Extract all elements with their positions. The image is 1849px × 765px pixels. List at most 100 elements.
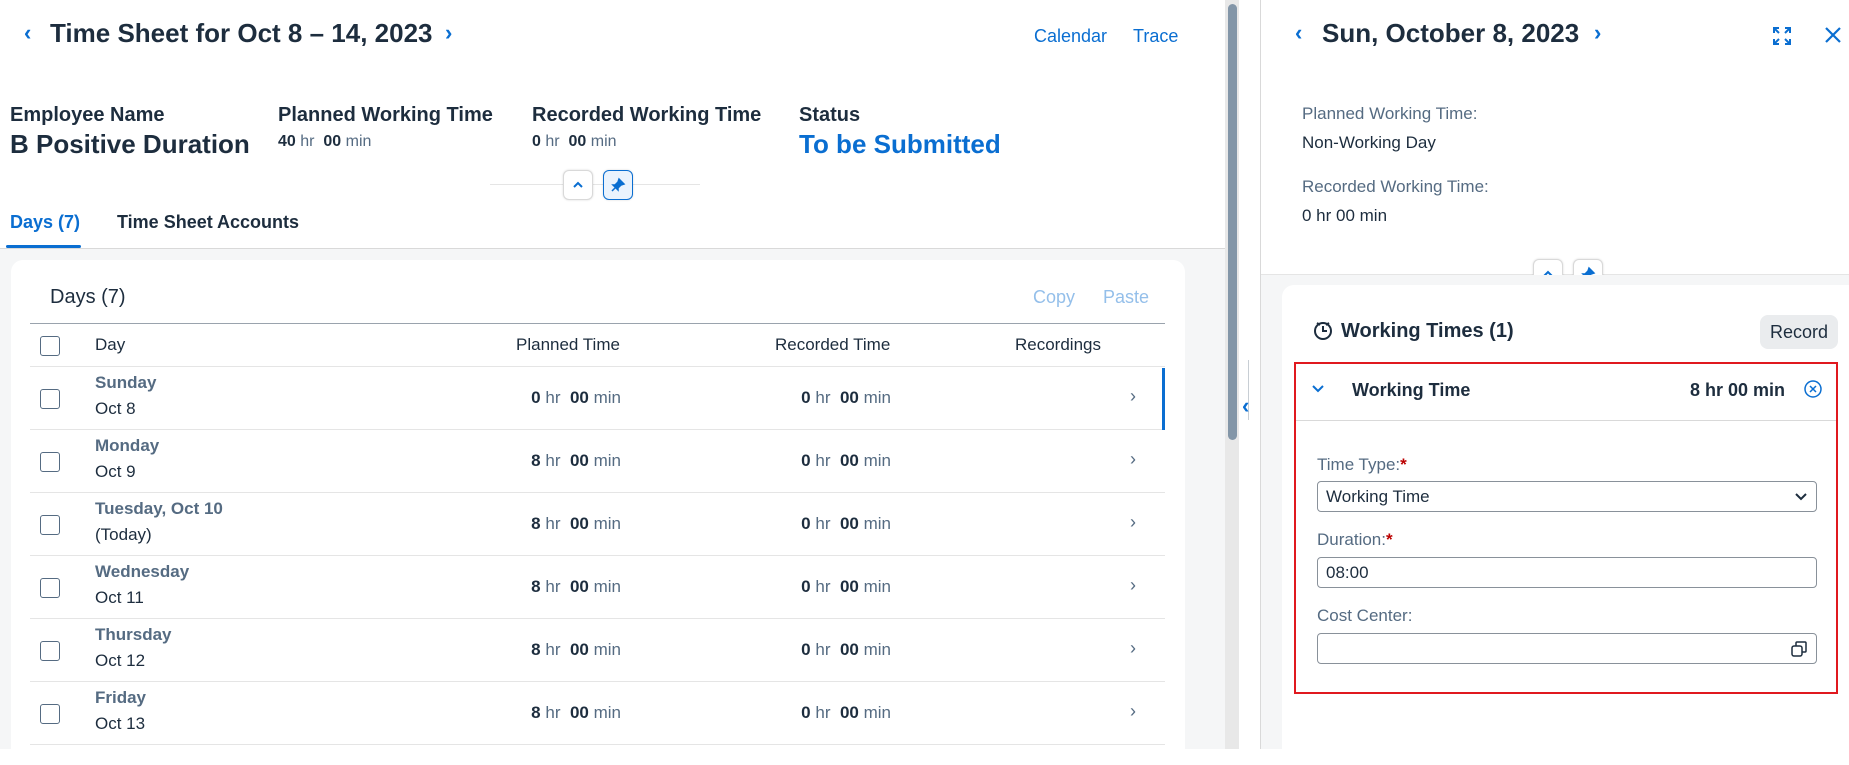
row-navigation-icon[interactable]: › [1130,386,1136,407]
recorded-working-time-value: 0 hr 00 min [1302,206,1388,225]
day-name: Tuesday, Oct 10 [95,499,223,518]
time-type-label: Time Type:* [1317,455,1407,474]
header-divider [490,184,700,185]
select-all-checkbox[interactable] [40,336,60,356]
collapse-header-button[interactable] [563,170,593,200]
selected-row-indicator [1162,368,1165,430]
planned-time-cell: 8 hr 00 min [531,640,621,659]
recorded-time-cell: 0 hr 00 min [801,577,891,596]
delete-entry-icon[interactable] [1803,379,1823,404]
planned-time-summary: Planned Working Time 40 hr 00 min [278,104,493,151]
splitter-bar[interactable] [1239,0,1261,749]
row-divider [30,744,1165,745]
day-name: Thursday [95,625,172,644]
tab-time-sheet-accounts[interactable]: Time Sheet Accounts [117,212,299,233]
status-label: Status [799,104,861,126]
row-checkbox[interactable] [40,389,60,409]
column-header-day: Day [95,335,126,354]
recorded-time-summary: Recorded Working Time 0 hr 00 min [532,104,761,151]
row-checkbox[interactable] [40,641,60,661]
tab-days[interactable]: Days (7) [10,212,80,233]
day-date: Oct 12 [95,651,146,670]
scrollbar-thumb[interactable] [1228,4,1237,440]
tab-accounts-label: Time Sheet Accounts [117,212,300,232]
next-week-icon[interactable]: › [445,22,452,44]
planned-time-value: 40 hr 00 min [278,133,372,150]
day-name: Friday [95,688,147,707]
recorded-time-cell: 0 hr 00 min [801,640,891,659]
recorded-time-cell: 0 hr 00 min [801,703,891,722]
day-date: Oct 11 [95,588,144,607]
previous-week-icon[interactable]: ‹ [24,22,31,44]
copy-button[interactable]: Copy [1033,287,1075,308]
calendar-link[interactable]: Calendar [1034,26,1107,47]
row-checkbox[interactable] [40,578,60,598]
next-day-icon[interactable]: › [1594,22,1601,44]
page-title: Time Sheet for Oct 8 – 14, 2023 [50,18,433,48]
planned-time-cell: 8 hr 00 min [531,451,621,470]
fullscreen-icon[interactable] [1772,26,1792,51]
planned-time-cell: 8 hr 00 min [531,703,621,722]
column-header-recordings: Recordings [1015,335,1101,354]
row-navigation-icon[interactable]: › [1130,512,1136,533]
day-date: (Today) [95,525,152,544]
duration-label: Duration:* [1317,530,1393,549]
status-summary: Status To be Submitted [799,104,1001,160]
row-checkbox[interactable] [40,452,60,472]
entry-title: Working Time [1352,380,1471,400]
planned-time-cell: 0 hr 00 min [531,388,621,407]
working-times-icon [1312,320,1334,347]
day-name: Sunday [95,373,157,392]
row-checkbox[interactable] [40,704,60,724]
detail-title: Sun, October 8, 2023 [1322,18,1580,48]
recorded-time-cell: 0 hr 00 min [801,514,891,533]
chevron-up-icon [573,181,583,188]
duration-input-value: 08:00 [1326,562,1369,582]
planned-time-cell: 8 hr 00 min [531,514,621,533]
planned-time-label: Planned Working Time [278,104,493,126]
status-value: To be Submitted [799,129,1001,159]
planned-working-time-value: Non-Working Day [1302,133,1436,152]
column-header-planned-time: Planned Time [516,335,620,354]
day-date: Oct 13 [95,714,146,733]
row-navigation-icon[interactable]: › [1130,575,1136,596]
collapse-detail-icon[interactable]: ‹ [1242,393,1249,419]
planned-working-time-label: Planned Working Time: [1302,104,1478,123]
day-date: Oct 8 [95,399,136,418]
column-header-recorded-time: Recorded Time [775,335,891,354]
record-button[interactable]: Record [1760,315,1839,349]
employee-name: B Positive Duration [10,129,250,159]
time-type-value: Working Time [1326,486,1430,506]
paste-button[interactable]: Paste [1103,287,1149,308]
day-name: Wednesday [95,562,190,581]
duration-input[interactable]: 08:00 [1317,557,1817,588]
time-type-select[interactable]: Working Time [1317,481,1817,512]
working-times-title: Working Times (1) [1341,320,1514,342]
expand-entry-icon[interactable] [1310,380,1326,401]
day-name: Monday [95,436,160,455]
tab-days-label: Days (7) [10,212,81,232]
row-navigation-icon[interactable]: › [1130,449,1136,470]
recorded-time-cell: 0 hr 00 min [801,388,891,407]
recorded-time-label: Recorded Working Time [532,104,762,126]
chevron-down-icon [1795,492,1807,500]
table-header-border [30,323,1165,324]
recorded-working-time-label: Recorded Working Time: [1302,177,1489,196]
planned-time-cell: 8 hr 00 min [531,577,621,596]
recorded-time-cell: 0 hr 00 min [801,451,891,470]
cost-center-input[interactable] [1317,633,1817,664]
days-table-title: Days (7) [50,286,126,308]
close-icon[interactable] [1824,26,1842,49]
entry-header-divider [1296,420,1836,421]
day-date: Oct 9 [95,462,136,481]
row-checkbox[interactable] [40,515,60,535]
entry-duration: 8 hr 00 min [1690,380,1786,400]
recorded-time-value: 0 hr 00 min [532,133,617,150]
value-help-icon[interactable] [1790,640,1808,658]
trace-link[interactable]: Trace [1133,26,1178,47]
employee-label: Employee Name [10,104,165,126]
previous-day-icon[interactable]: ‹ [1295,22,1302,44]
pin-header-button[interactable] [603,170,633,200]
row-navigation-icon[interactable]: › [1130,701,1136,722]
row-navigation-icon[interactable]: › [1130,638,1136,659]
